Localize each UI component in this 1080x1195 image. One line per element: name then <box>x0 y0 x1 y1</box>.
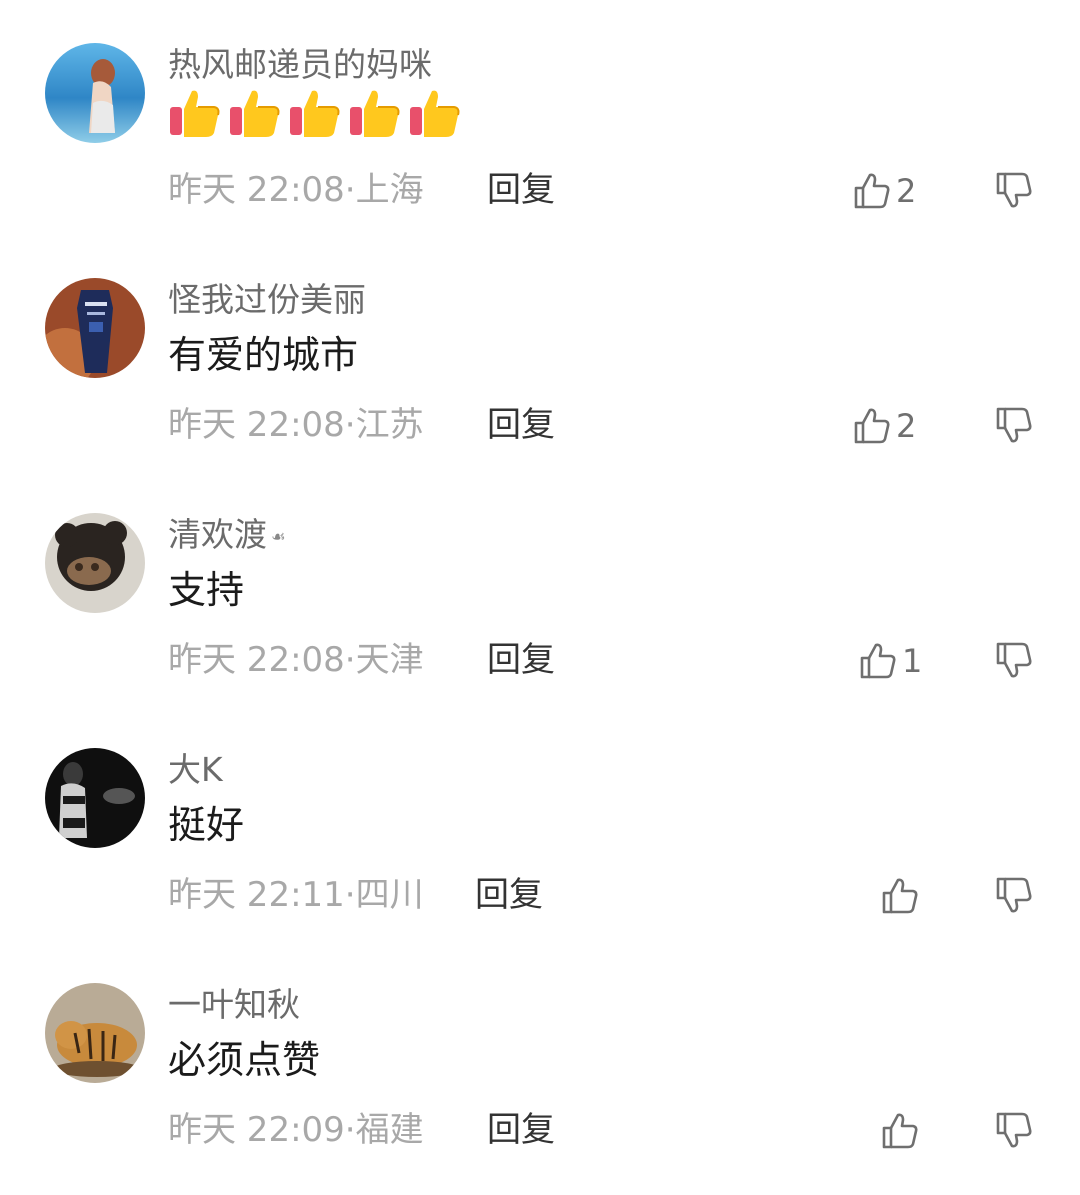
thumbs-down-outline-icon <box>994 875 1036 915</box>
meta-separator: · <box>344 170 356 210</box>
reply-button[interactable]: 回复 <box>487 400 555 450</box>
comment-meta: 昨天 22:08·上海 <box>168 165 424 215</box>
avatar[interactable] <box>45 43 145 143</box>
thumbs-up-outline-icon <box>852 406 892 446</box>
username-text: 清欢渡 <box>168 515 267 554</box>
thumbs-up-outline-icon <box>852 171 892 211</box>
dislike-button[interactable] <box>994 1110 1036 1152</box>
avatar[interactable] <box>45 748 145 848</box>
location: 上海 <box>355 170 424 210</box>
like-button[interactable]: 2 <box>852 168 916 214</box>
like-button[interactable] <box>880 1108 924 1154</box>
avatar[interactable] <box>45 983 145 1083</box>
comment-meta: 昨天 22:11·四川 <box>168 870 424 920</box>
timestamp: 昨天 22:08 <box>168 640 345 680</box>
timestamp: 昨天 22:08 <box>168 405 345 445</box>
username[interactable]: 怪我过份美丽 <box>168 275 366 325</box>
like-count: 2 <box>896 172 917 210</box>
username[interactable]: 一叶知秋 <box>168 980 300 1030</box>
like-button[interactable]: 2 <box>852 403 916 449</box>
meta-separator: · <box>344 1110 356 1150</box>
username[interactable]: 热风邮递员的妈咪 <box>168 40 432 90</box>
like-button[interactable] <box>880 873 924 919</box>
thumbs-up-emoji-icon <box>288 87 342 154</box>
thumbs-up-outline-icon <box>880 876 920 916</box>
dislike-button[interactable] <box>994 405 1036 447</box>
meta-separator: · <box>344 640 356 680</box>
username[interactable]: 大K <box>168 745 223 795</box>
comment-item: 怪我过份美丽 有爱的城市 昨天 22:08·江苏 回复 2 <box>0 235 1080 470</box>
thumbs-up-emoji-icon <box>408 87 462 154</box>
comment-meta: 昨天 22:08·天津 <box>168 635 424 685</box>
thumbs-up-emoji-icon <box>228 87 282 154</box>
reply-button[interactable]: 回复 <box>487 165 555 215</box>
timestamp: 昨天 22:09 <box>168 1110 345 1150</box>
comment-meta: 昨天 22:08·江苏 <box>168 400 424 450</box>
thumbs-up-emoji-icon <box>348 87 402 154</box>
comment-content <box>168 90 462 148</box>
reply-button[interactable]: 回复 <box>475 870 543 920</box>
like-count: 2 <box>896 407 917 445</box>
dislike-button[interactable] <box>994 875 1036 917</box>
comment-content: 必须点赞 <box>168 1038 321 1082</box>
reply-button[interactable]: 回复 <box>487 1105 555 1155</box>
comment-item: 大K 挺好 昨天 22:11·四川 回复 <box>0 705 1080 940</box>
thumbs-down-outline-icon <box>994 1110 1036 1150</box>
like-button[interactable]: 1 <box>858 638 922 684</box>
comment-content: 挺好 <box>168 803 245 847</box>
meta-separator: · <box>344 405 356 445</box>
timestamp: 昨天 22:08 <box>168 170 345 210</box>
location: 四川 <box>355 875 424 915</box>
thumbs-up-emoji-icon <box>168 87 222 154</box>
thumbs-up-outline-icon <box>880 1111 920 1151</box>
thumbs-down-outline-icon <box>994 170 1036 210</box>
thumbs-down-outline-icon <box>994 405 1036 445</box>
thumbs-up-outline-icon <box>858 641 898 681</box>
comment-item: 热风邮递员的妈咪 昨天 22:08·上海 回复 2 <box>0 0 1080 235</box>
meta-separator: · <box>344 875 356 915</box>
location: 福建 <box>355 1110 424 1150</box>
comment-content: 支持 <box>168 568 245 612</box>
avatar[interactable] <box>45 278 145 378</box>
reply-button[interactable]: 回复 <box>487 635 555 685</box>
location: 天津 <box>355 640 424 680</box>
dislike-button[interactable] <box>994 640 1036 682</box>
dislike-button[interactable] <box>994 170 1036 212</box>
comment-item: 一叶知秋 必须点赞 昨天 22:09·福建 回复 <box>0 940 1080 1175</box>
comment-meta: 昨天 22:09·福建 <box>168 1105 424 1155</box>
user-badge-icon: ☙ <box>271 526 286 546</box>
avatar[interactable] <box>45 513 145 613</box>
location: 江苏 <box>355 405 424 445</box>
username[interactable]: 清欢渡 ☙ <box>168 510 285 562</box>
emoji-row <box>168 90 462 148</box>
like-count: 1 <box>902 642 923 680</box>
comment-content: 有爱的城市 <box>168 333 359 377</box>
comment-item: 清欢渡 ☙ 支持 昨天 22:08·天津 回复 1 <box>0 470 1080 705</box>
thumbs-down-outline-icon <box>994 640 1036 680</box>
timestamp: 昨天 22:11 <box>168 875 345 915</box>
